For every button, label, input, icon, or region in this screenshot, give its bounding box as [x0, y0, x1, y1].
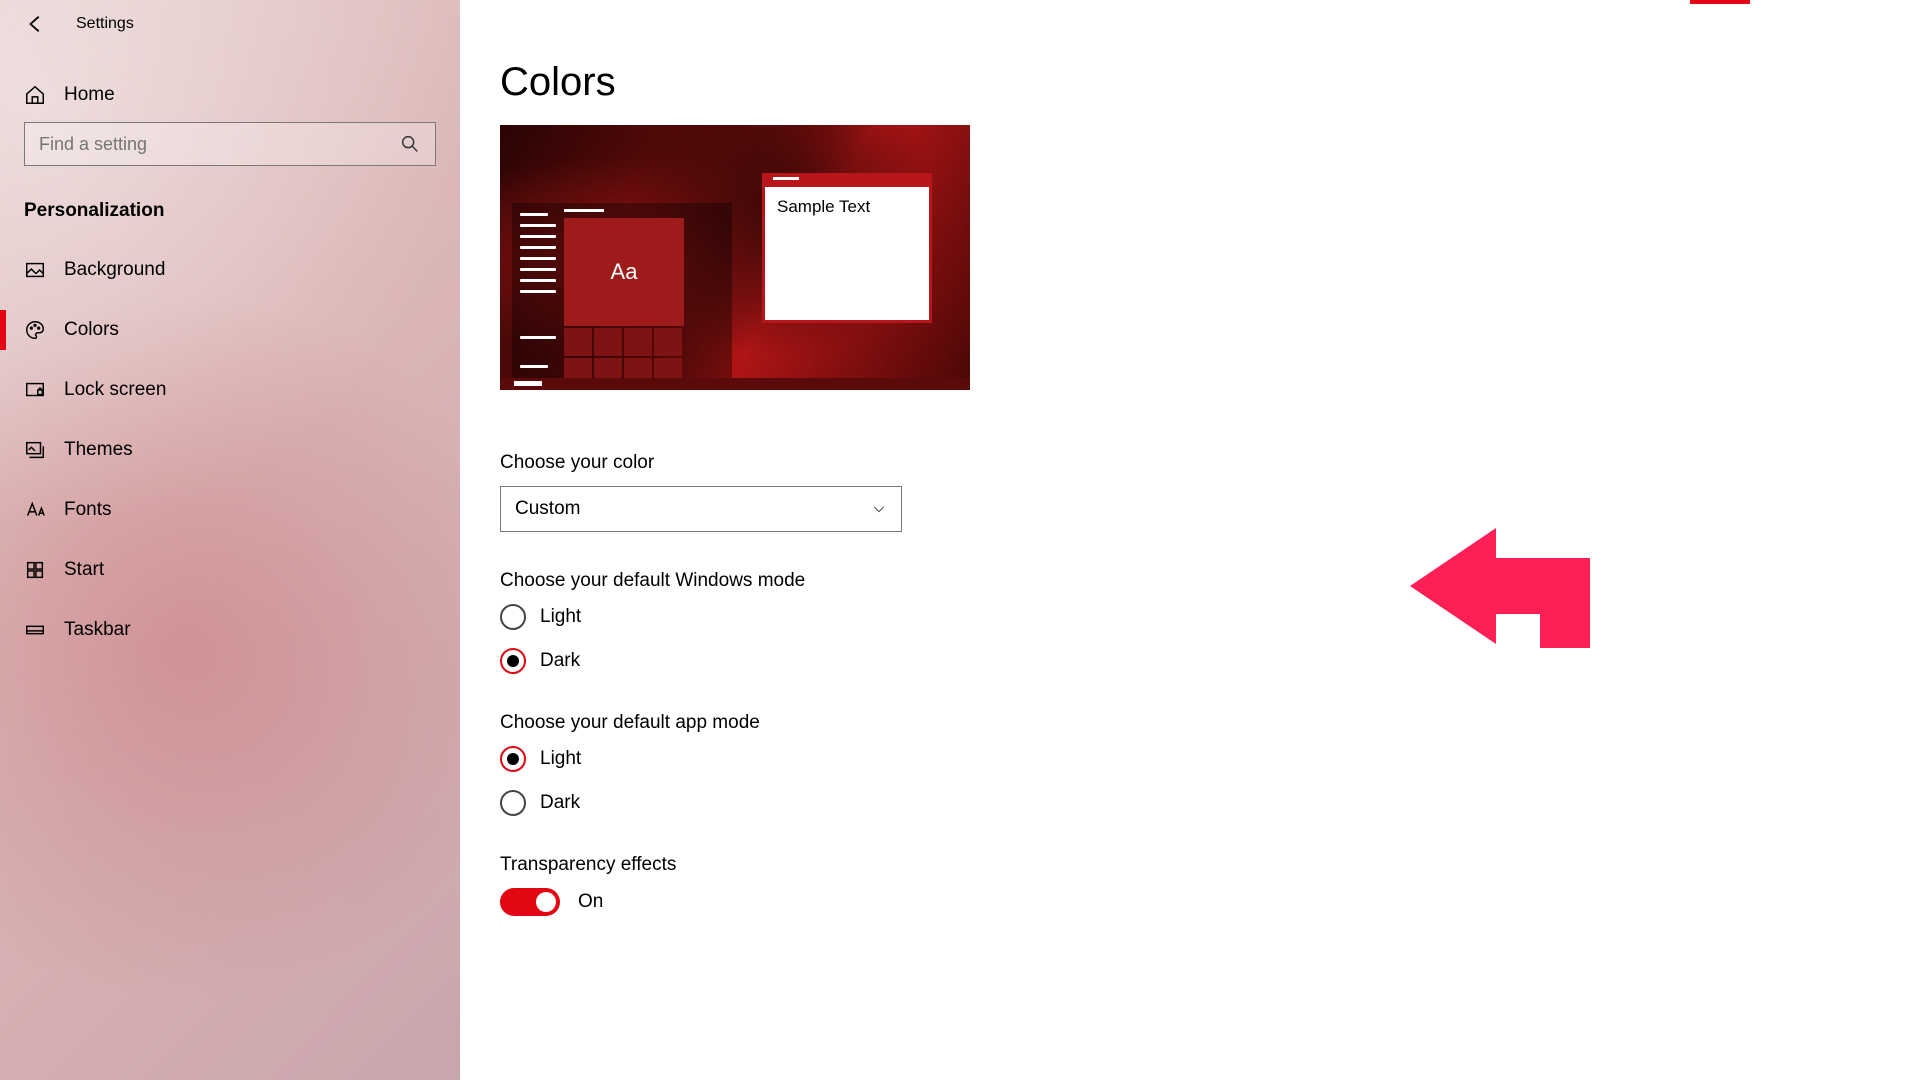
- sidebar-item-label: Taskbar: [64, 619, 131, 641]
- search-input[interactable]: [39, 134, 399, 155]
- windows-mode-label: Choose your default Windows mode: [500, 570, 920, 592]
- sidebar-item-taskbar[interactable]: Taskbar: [0, 600, 460, 660]
- radio-label: Light: [540, 606, 581, 628]
- home-icon: [24, 84, 46, 106]
- windows-mode-light[interactable]: Light: [500, 604, 920, 630]
- page-title: Colors: [500, 60, 1880, 105]
- themes-icon: [24, 439, 46, 461]
- sidebar-item-themes[interactable]: Themes: [0, 420, 460, 480]
- search-input-wrapper[interactable]: [24, 122, 436, 166]
- radio-selected-icon: [500, 648, 526, 674]
- window-accent-strip: [1690, 0, 1750, 4]
- windows-mode-dark[interactable]: Dark: [500, 648, 920, 674]
- window-title: Settings: [76, 15, 134, 33]
- sidebar-item-fonts[interactable]: Fonts: [0, 480, 460, 540]
- annotation-arrow-icon: [1410, 528, 1600, 673]
- preview-window: Sample Text: [762, 173, 932, 323]
- sidebar-item-label: Fonts: [64, 499, 112, 521]
- sidebar-item-colors[interactable]: Colors: [0, 300, 460, 360]
- sidebar-item-start[interactable]: Start: [0, 540, 460, 600]
- sidebar-nav: Background Colors Lock screen Themes: [0, 240, 460, 660]
- choose-color-select[interactable]: Custom: [500, 486, 902, 532]
- preview-start-menu: Aa: [512, 203, 732, 378]
- search-icon: [399, 133, 421, 155]
- transparency-toggle[interactable]: [500, 888, 560, 916]
- main-content: Colors Aa Sample Text: [460, 0, 1920, 1080]
- sidebar-item-label: Background: [64, 259, 165, 281]
- sidebar-item-label: Themes: [64, 439, 133, 461]
- app-mode-light[interactable]: Light: [500, 746, 920, 772]
- image-icon: [24, 259, 46, 281]
- preview-taskbar: [500, 378, 970, 390]
- sidebar-home[interactable]: Home: [0, 48, 460, 122]
- choose-color-value: Custom: [515, 498, 580, 520]
- sidebar-item-label: Colors: [64, 319, 119, 341]
- sidebar-item-label: Lock screen: [64, 379, 166, 401]
- preview-tile: Aa: [564, 218, 684, 326]
- radio-label: Dark: [540, 650, 580, 672]
- radio-unselected-icon: [500, 790, 526, 816]
- sidebar-home-label: Home: [64, 84, 115, 106]
- choose-color-label: Choose your color: [500, 452, 920, 474]
- radio-selected-icon: [500, 746, 526, 772]
- theme-preview: Aa Sample Text: [500, 125, 970, 390]
- app-mode-dark[interactable]: Dark: [500, 790, 920, 816]
- sidebar-item-lock-screen[interactable]: Lock screen: [0, 360, 460, 420]
- transparency-state: On: [578, 891, 603, 913]
- radio-label: Light: [540, 748, 581, 770]
- chevron-down-icon: [871, 501, 887, 517]
- taskbar-icon: [24, 619, 46, 641]
- app-mode-label: Choose your default app mode: [500, 712, 920, 734]
- lock-screen-icon: [24, 379, 46, 401]
- radio-label: Dark: [540, 792, 580, 814]
- radio-unselected-icon: [500, 604, 526, 630]
- preview-sample-text: Sample Text: [765, 187, 929, 227]
- start-icon: [24, 559, 46, 581]
- arrow-left-icon: [25, 13, 47, 35]
- sidebar-item-label: Start: [64, 559, 104, 581]
- sidebar-section-label: Personalization: [0, 188, 460, 240]
- sidebar-item-background[interactable]: Background: [0, 240, 460, 300]
- palette-icon: [24, 319, 46, 341]
- fonts-icon: [24, 499, 46, 521]
- sidebar: Settings Home Personalization Backgro: [0, 0, 460, 1080]
- transparency-label: Transparency effects: [500, 854, 920, 876]
- back-button[interactable]: [24, 12, 48, 36]
